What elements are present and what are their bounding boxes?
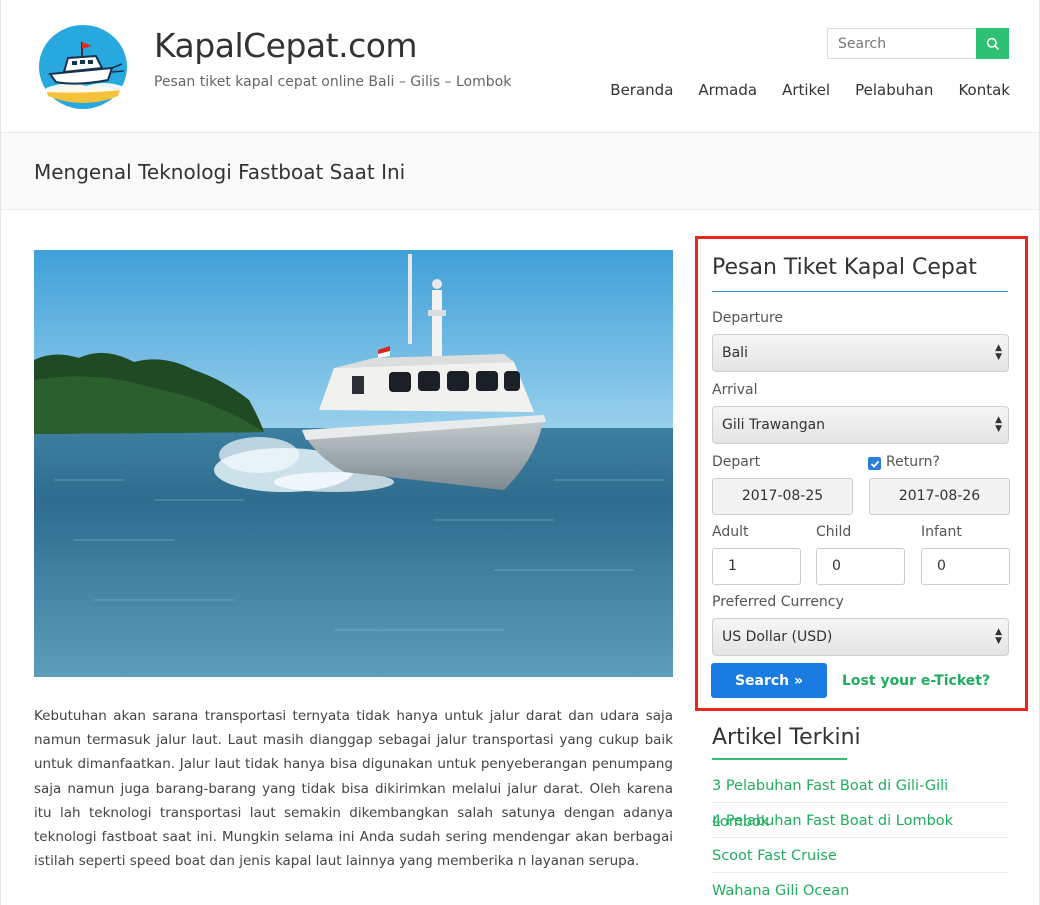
checkmark-icon <box>870 460 879 468</box>
departure-value: Bali <box>722 345 748 361</box>
recent-articles-divider <box>712 758 847 760</box>
site-tagline: Pesan tiket kapal cepat online Bali – Gi… <box>154 74 512 90</box>
speedboat-logo-icon <box>39 25 127 109</box>
site-logo[interactable] <box>38 24 128 110</box>
main-nav: Beranda Armada Artikel Pelabuhan Kontak <box>585 81 1010 99</box>
nav-item-kontak[interactable]: Kontak <box>958 81 1010 99</box>
arrival-select[interactable]: Gili Trawangan ▲ ▼ <box>712 406 1009 444</box>
site-title[interactable]: KapalCepat.com <box>154 26 418 65</box>
nav-item-armada[interactable]: Armada <box>698 81 757 99</box>
recent-articles-list: 3 Pelabuhan Fast Boat di Gili-Gili Lombo… <box>712 768 1008 905</box>
recent-article-link[interactable]: 4 Pelabuhan Fast Boat di Lombok <box>712 803 1008 838</box>
booking-form: Pesan Tiket Kapal Cepat Departure Bali ▲… <box>695 236 1028 711</box>
booking-title-divider <box>712 291 1008 292</box>
departure-select[interactable]: Bali ▲ ▼ <box>712 334 1009 372</box>
depart-label: Depart <box>712 454 761 470</box>
currency-label: Preferred Currency <box>712 594 844 610</box>
page: KapalCepat.com Pesan tiket kapal cepat o… <box>0 0 1040 905</box>
adult-label: Adult <box>712 524 749 540</box>
nav-item-pelabuhan[interactable]: Pelabuhan <box>855 81 933 99</box>
article-body: Kebutuhan akan sarana transportasi terny… <box>34 708 673 870</box>
return-checkbox[interactable] <box>868 457 881 470</box>
return-label: Return? <box>886 454 940 470</box>
infant-label: Infant <box>921 524 962 540</box>
adult-input[interactable]: 1 <box>712 548 801 585</box>
page-title-bar: Mengenal Teknologi Fastboat Saat Ini <box>1 133 1039 210</box>
booking-title: Pesan Tiket Kapal Cepat <box>712 255 977 280</box>
child-input[interactable]: 0 <box>816 548 905 585</box>
return-date-input[interactable]: 2017-08-26 <box>869 478 1010 515</box>
departure-label: Departure <box>712 310 784 326</box>
currency-value: US Dollar (USD) <box>722 629 833 645</box>
recent-article-link[interactable]: Scoot Fast Cruise <box>712 838 1008 873</box>
lost-eticket-link[interactable]: Lost your e-Ticket? <box>842 673 990 689</box>
select-arrows-icon: ▲ ▼ <box>995 627 1002 646</box>
select-arrows-icon: ▲ ▼ <box>995 343 1002 362</box>
nav-item-beranda[interactable]: Beranda <box>610 81 673 99</box>
fastboat-photo <box>34 250 673 677</box>
page-title: Mengenal Teknologi Fastboat Saat Ini <box>34 160 406 184</box>
site-header: KapalCepat.com Pesan tiket kapal cepat o… <box>1 0 1039 133</box>
header-search <box>827 28 1009 59</box>
recent-article-link[interactable]: Wahana Gili Ocean <box>712 873 1008 905</box>
select-arrows-icon: ▲ ▼ <box>995 415 1002 434</box>
arrival-value: Gili Trawangan <box>722 417 826 433</box>
search-button[interactable] <box>976 28 1009 59</box>
recent-articles-title: Artikel Terkini <box>712 725 861 750</box>
arrival-label: Arrival <box>712 382 758 398</box>
article-featured-image <box>34 250 673 677</box>
infant-input[interactable]: 0 <box>921 548 1010 585</box>
nav-item-artikel[interactable]: Artikel <box>782 81 830 99</box>
booking-search-button[interactable]: Search » <box>711 663 827 698</box>
currency-select[interactable]: US Dollar (USD) ▲ ▼ <box>712 618 1009 656</box>
search-icon <box>986 37 999 50</box>
depart-date-input[interactable]: 2017-08-25 <box>712 478 853 515</box>
search-input[interactable] <box>828 29 976 58</box>
child-label: Child <box>816 524 852 540</box>
recent-article-link[interactable]: 3 Pelabuhan Fast Boat di Gili-Gili Lombo… <box>712 768 1008 830</box>
